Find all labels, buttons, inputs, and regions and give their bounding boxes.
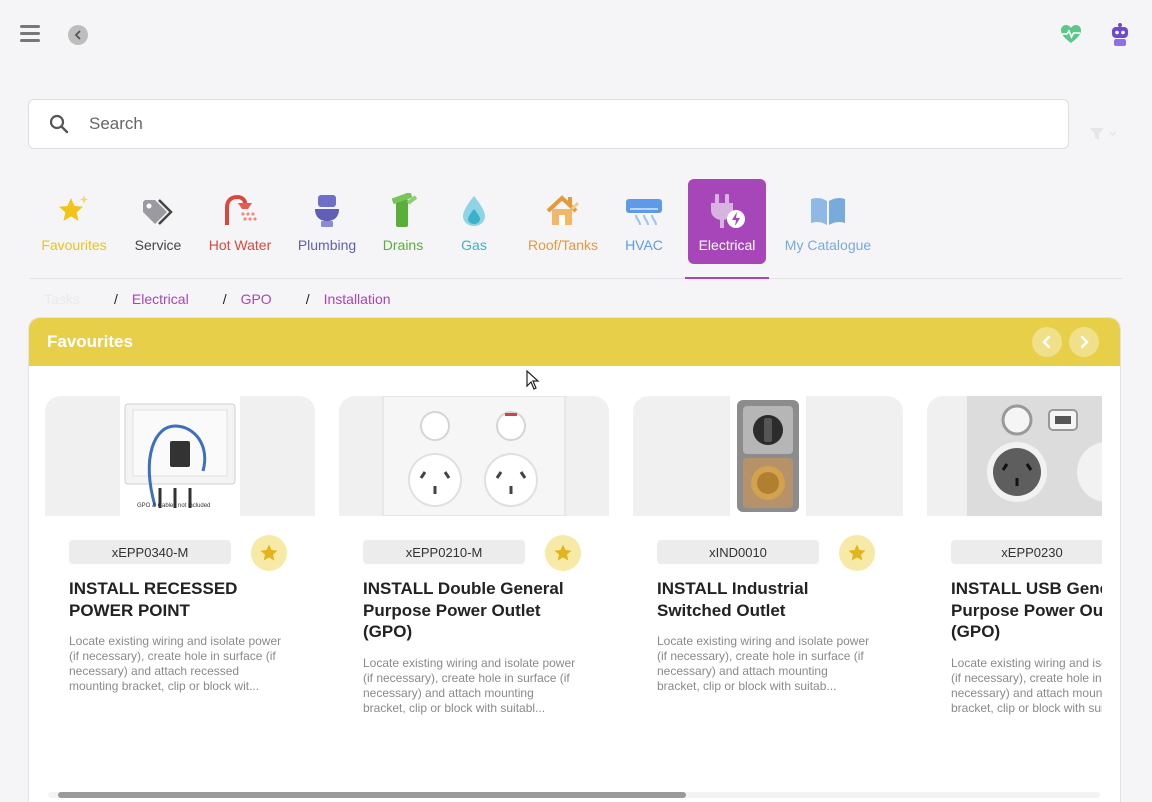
- breadcrumb-separator: /: [222, 291, 227, 307]
- product-image: [927, 396, 1102, 516]
- category-tabs: Favourites Service Hot Water Plumbing Dr…: [30, 179, 1122, 279]
- product-title: INSTALL USB General Purpose Power Outlet…: [951, 579, 1102, 641]
- back-button[interactable]: [68, 25, 88, 45]
- chevron-left-icon: [1042, 335, 1051, 349]
- tab-plumbing[interactable]: Plumbing: [292, 179, 362, 264]
- product-card[interactable]: xEPP0210-M INSTALL Double General Purpos…: [339, 396, 609, 756]
- tab-electrical[interactable]: Electrical: [688, 179, 766, 264]
- favourites-header: Favourites: [29, 318, 1120, 366]
- chevron-right-icon: [1080, 335, 1089, 349]
- book-icon: [808, 191, 848, 231]
- filter-icon[interactable]: [1088, 126, 1118, 142]
- product-image: GPO & Cables not included: [45, 396, 315, 516]
- image-caption: GPO & Cables not included: [137, 503, 211, 509]
- shower-icon: [220, 191, 260, 231]
- tab-label: Electrical: [698, 237, 756, 253]
- breadcrumb-installation[interactable]: Installation: [324, 291, 391, 307]
- breadcrumb-separator: /: [114, 291, 118, 307]
- tab-my-catalogue[interactable]: My Catalogue: [780, 179, 876, 264]
- product-description: Locate existing wiring and isolate power…: [657, 634, 870, 693]
- tab-label: Roof/Tanks: [527, 237, 599, 253]
- product-image: [633, 396, 903, 516]
- product-card[interactable]: xIND0010 INSTALL Industrial Switched Out…: [633, 396, 903, 756]
- tab-label: Service: [134, 237, 182, 253]
- tab-label: Plumbing: [297, 237, 357, 253]
- product-card[interactable]: GPO & Cables not included xEPP0340-M INS…: [45, 396, 315, 756]
- tab-label: HVAC: [625, 237, 663, 253]
- tab-favourites[interactable]: Favourites: [36, 179, 112, 264]
- tab-label: My Catalogue: [784, 237, 872, 253]
- tags-icon: [138, 191, 178, 231]
- product-title: INSTALL Double General Purpose Power Out…: [363, 579, 564, 641]
- favourites-panel: Favourites GPO & Cables not included xEP…: [28, 317, 1121, 802]
- product-code: xEPP0210-M: [363, 540, 525, 564]
- air-conditioner-icon: [624, 191, 664, 231]
- tab-hvac[interactable]: HVAC: [618, 179, 670, 264]
- product-title: INSTALL Industrial Switched Outlet: [657, 579, 809, 620]
- tab-service[interactable]: Service: [124, 179, 192, 264]
- carousel-next-button[interactable]: [1069, 327, 1099, 357]
- tab-hot-water[interactable]: Hot Water: [202, 179, 278, 264]
- favourites-carousel: GPO & Cables not included xEPP0340-M INS…: [45, 396, 1102, 776]
- favourite-star-button[interactable]: [251, 535, 287, 571]
- tab-gas[interactable]: Gas: [452, 179, 496, 264]
- breadcrumb-electrical[interactable]: Electrical: [132, 291, 189, 307]
- star-icon: [554, 544, 572, 561]
- star-icon: [260, 544, 278, 561]
- tab-label: Gas: [461, 237, 487, 253]
- carousel-prev-button[interactable]: [1032, 327, 1062, 357]
- product-image: [339, 396, 609, 516]
- favourites-title: Favourites: [47, 332, 133, 351]
- chevron-left-icon: [74, 30, 81, 40]
- tab-label: Favourites: [41, 237, 107, 253]
- product-code: xEPP0230: [951, 540, 1102, 564]
- product-card[interactable]: xEPP0230 INSTALL USB General Purpose Pow…: [927, 396, 1102, 756]
- search-input[interactable]: [89, 114, 989, 134]
- tab-label: Hot Water: [208, 237, 272, 253]
- product-description: Locate existing wiring and isolate power…: [69, 634, 282, 693]
- star-sparkle-icon: [54, 191, 94, 231]
- scrollbar-thumb[interactable]: [58, 792, 686, 798]
- top-bar: [0, 0, 1152, 70]
- search-icon: [49, 114, 69, 134]
- carousel-scrollbar[interactable]: [48, 791, 1100, 799]
- search-bar: [28, 99, 1069, 149]
- toilet-icon: [307, 191, 347, 231]
- pipe-icon: [383, 191, 423, 231]
- tab-label: Drains: [382, 237, 424, 253]
- flame-drop-icon: [454, 191, 494, 231]
- favourite-star-button[interactable]: [839, 535, 875, 571]
- hamburger-menu-icon[interactable]: [20, 25, 40, 43]
- robot-icon[interactable]: [1108, 22, 1132, 48]
- breadcrumb-gpo[interactable]: GPO: [241, 291, 272, 307]
- heart-pulse-icon[interactable]: [1059, 22, 1083, 46]
- star-icon: [848, 544, 866, 561]
- house-icon: [543, 191, 583, 231]
- active-tab-indicator: [685, 277, 769, 279]
- plug-icon: [707, 191, 747, 231]
- tab-drains[interactable]: Drains: [376, 179, 430, 264]
- product-description: Locate existing wiring and isolate power…: [951, 656, 1102, 715]
- product-description: Locate existing wiring and isolate power…: [363, 656, 576, 715]
- favourite-star-button[interactable]: [545, 535, 581, 571]
- product-code: xEPP0340-M: [69, 540, 231, 564]
- breadcrumb: Tasks / Electrical / GPO / Installation: [44, 291, 425, 307]
- breadcrumb-separator: /: [305, 291, 310, 307]
- breadcrumb-tasks[interactable]: Tasks: [44, 291, 114, 307]
- product-code: xIND0010: [657, 540, 819, 564]
- product-title: INSTALL RECESSED POWER POINT: [69, 579, 238, 620]
- mouse-cursor-icon: [526, 370, 540, 390]
- tab-roof-tanks[interactable]: Roof/Tanks: [522, 179, 604, 264]
